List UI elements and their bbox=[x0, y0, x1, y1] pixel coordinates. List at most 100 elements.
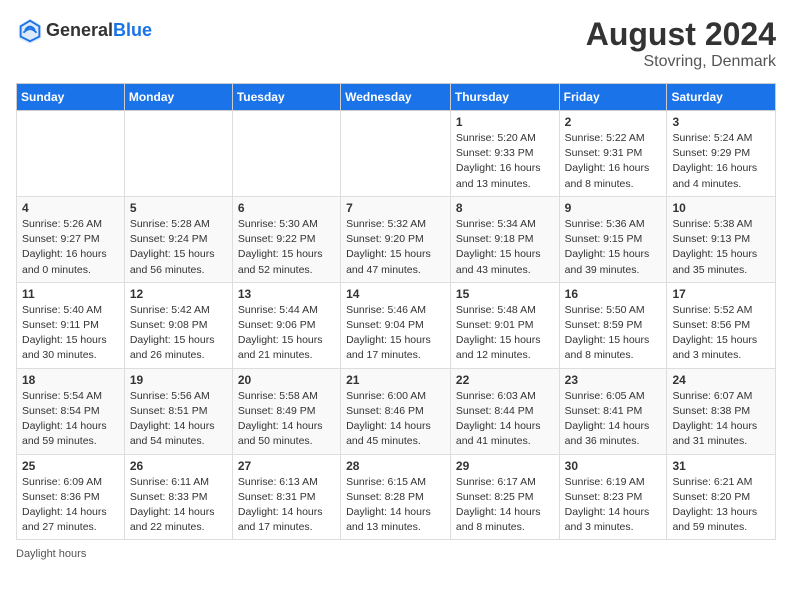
calendar-week-row: 11 Sunrise: 5:40 AMSunset: 9:11 PMDaylig… bbox=[17, 282, 776, 368]
day-info: Sunrise: 5:44 AMSunset: 9:06 PMDaylight:… bbox=[238, 303, 335, 364]
day-info: Sunrise: 6:03 AMSunset: 8:44 PMDaylight:… bbox=[456, 389, 554, 450]
day-info: Sunrise: 5:46 AMSunset: 9:04 PMDaylight:… bbox=[346, 303, 445, 364]
table-row: 9 Sunrise: 5:36 AMSunset: 9:15 PMDayligh… bbox=[559, 196, 667, 282]
day-number: 20 bbox=[238, 373, 335, 387]
calendar-week-row: 25 Sunrise: 6:09 AMSunset: 8:36 PMDaylig… bbox=[17, 454, 776, 540]
table-row: 22 Sunrise: 6:03 AMSunset: 8:44 PMDaylig… bbox=[450, 368, 559, 454]
day-info: Sunrise: 5:22 AMSunset: 9:31 PMDaylight:… bbox=[565, 131, 662, 192]
day-info: Sunrise: 5:40 AMSunset: 9:11 PMDaylight:… bbox=[22, 303, 119, 364]
header-saturday: Saturday bbox=[667, 84, 776, 111]
day-info: Sunrise: 5:50 AMSunset: 8:59 PMDaylight:… bbox=[565, 303, 662, 364]
day-number: 18 bbox=[22, 373, 119, 387]
day-number: 15 bbox=[456, 287, 554, 301]
day-info: Sunrise: 6:00 AMSunset: 8:46 PMDaylight:… bbox=[346, 389, 445, 450]
table-row: 12 Sunrise: 5:42 AMSunset: 9:08 PMDaylig… bbox=[124, 282, 232, 368]
calendar-week-row: 4 Sunrise: 5:26 AMSunset: 9:27 PMDayligh… bbox=[17, 196, 776, 282]
day-number: 1 bbox=[456, 115, 554, 129]
table-row: 24 Sunrise: 6:07 AMSunset: 8:38 PMDaylig… bbox=[667, 368, 776, 454]
day-number: 16 bbox=[565, 287, 662, 301]
table-row: 14 Sunrise: 5:46 AMSunset: 9:04 PMDaylig… bbox=[341, 282, 451, 368]
title-area: August 2024 Stovring, Denmark bbox=[586, 16, 776, 71]
day-info: Sunrise: 5:24 AMSunset: 9:29 PMDaylight:… bbox=[672, 131, 770, 192]
day-number: 19 bbox=[130, 373, 227, 387]
table-row bbox=[341, 111, 451, 197]
day-info: Sunrise: 6:19 AMSunset: 8:23 PMDaylight:… bbox=[565, 475, 662, 536]
day-number: 11 bbox=[22, 287, 119, 301]
header-tuesday: Tuesday bbox=[232, 84, 340, 111]
day-info: Sunrise: 6:21 AMSunset: 8:20 PMDaylight:… bbox=[672, 475, 770, 536]
day-number: 22 bbox=[456, 373, 554, 387]
day-number: 23 bbox=[565, 373, 662, 387]
day-number: 2 bbox=[565, 115, 662, 129]
day-info: Sunrise: 5:30 AMSunset: 9:22 PMDaylight:… bbox=[238, 217, 335, 278]
calendar-week-row: 1 Sunrise: 5:20 AMSunset: 9:33 PMDayligh… bbox=[17, 111, 776, 197]
table-row: 8 Sunrise: 5:34 AMSunset: 9:18 PMDayligh… bbox=[450, 196, 559, 282]
logo: GeneralBlue bbox=[16, 16, 152, 44]
day-info: Sunrise: 5:48 AMSunset: 9:01 PMDaylight:… bbox=[456, 303, 554, 364]
calendar-table: Sunday Monday Tuesday Wednesday Thursday… bbox=[16, 83, 776, 540]
day-info: Sunrise: 5:28 AMSunset: 9:24 PMDaylight:… bbox=[130, 217, 227, 278]
table-row: 28 Sunrise: 6:15 AMSunset: 8:28 PMDaylig… bbox=[341, 454, 451, 540]
table-row: 6 Sunrise: 5:30 AMSunset: 9:22 PMDayligh… bbox=[232, 196, 340, 282]
location-subtitle: Stovring, Denmark bbox=[586, 53, 776, 71]
table-row: 19 Sunrise: 5:56 AMSunset: 8:51 PMDaylig… bbox=[124, 368, 232, 454]
table-row: 4 Sunrise: 5:26 AMSunset: 9:27 PMDayligh… bbox=[17, 196, 125, 282]
day-number: 24 bbox=[672, 373, 770, 387]
day-number: 9 bbox=[565, 201, 662, 215]
header-friday: Friday bbox=[559, 84, 667, 111]
logo-icon bbox=[16, 16, 44, 44]
day-info: Sunrise: 6:07 AMSunset: 8:38 PMDaylight:… bbox=[672, 389, 770, 450]
table-row: 15 Sunrise: 5:48 AMSunset: 9:01 PMDaylig… bbox=[450, 282, 559, 368]
day-number: 10 bbox=[672, 201, 770, 215]
day-info: Sunrise: 5:54 AMSunset: 8:54 PMDaylight:… bbox=[22, 389, 119, 450]
day-number: 28 bbox=[346, 459, 445, 473]
footer-label: Daylight hours bbox=[16, 548, 86, 560]
logo-text: GeneralBlue bbox=[46, 20, 152, 41]
day-number: 26 bbox=[130, 459, 227, 473]
day-number: 30 bbox=[565, 459, 662, 473]
calendar-week-row: 18 Sunrise: 5:54 AMSunset: 8:54 PMDaylig… bbox=[17, 368, 776, 454]
day-number: 7 bbox=[346, 201, 445, 215]
day-info: Sunrise: 6:09 AMSunset: 8:36 PMDaylight:… bbox=[22, 475, 119, 536]
day-info: Sunrise: 5:26 AMSunset: 9:27 PMDaylight:… bbox=[22, 217, 119, 278]
day-number: 31 bbox=[672, 459, 770, 473]
table-row: 31 Sunrise: 6:21 AMSunset: 8:20 PMDaylig… bbox=[667, 454, 776, 540]
day-number: 3 bbox=[672, 115, 770, 129]
month-year-title: August 2024 bbox=[586, 16, 776, 53]
table-row: 17 Sunrise: 5:52 AMSunset: 8:56 PMDaylig… bbox=[667, 282, 776, 368]
logo-general: General bbox=[46, 20, 113, 40]
day-number: 29 bbox=[456, 459, 554, 473]
day-info: Sunrise: 6:13 AMSunset: 8:31 PMDaylight:… bbox=[238, 475, 335, 536]
day-number: 13 bbox=[238, 287, 335, 301]
table-row: 25 Sunrise: 6:09 AMSunset: 8:36 PMDaylig… bbox=[17, 454, 125, 540]
day-info: Sunrise: 6:05 AMSunset: 8:41 PMDaylight:… bbox=[565, 389, 662, 450]
table-row: 27 Sunrise: 6:13 AMSunset: 8:31 PMDaylig… bbox=[232, 454, 340, 540]
calendar-header-row: Sunday Monday Tuesday Wednesday Thursday… bbox=[17, 84, 776, 111]
day-info: Sunrise: 6:11 AMSunset: 8:33 PMDaylight:… bbox=[130, 475, 227, 536]
day-number: 6 bbox=[238, 201, 335, 215]
day-info: Sunrise: 5:38 AMSunset: 9:13 PMDaylight:… bbox=[672, 217, 770, 278]
day-info: Sunrise: 5:36 AMSunset: 9:15 PMDaylight:… bbox=[565, 217, 662, 278]
table-row bbox=[17, 111, 125, 197]
day-info: Sunrise: 6:15 AMSunset: 8:28 PMDaylight:… bbox=[346, 475, 445, 536]
day-number: 4 bbox=[22, 201, 119, 215]
header-wednesday: Wednesday bbox=[341, 84, 451, 111]
table-row: 7 Sunrise: 5:32 AMSunset: 9:20 PMDayligh… bbox=[341, 196, 451, 282]
table-row: 20 Sunrise: 5:58 AMSunset: 8:49 PMDaylig… bbox=[232, 368, 340, 454]
table-row: 1 Sunrise: 5:20 AMSunset: 9:33 PMDayligh… bbox=[450, 111, 559, 197]
table-row: 23 Sunrise: 6:05 AMSunset: 8:41 PMDaylig… bbox=[559, 368, 667, 454]
table-row: 3 Sunrise: 5:24 AMSunset: 9:29 PMDayligh… bbox=[667, 111, 776, 197]
table-row: 2 Sunrise: 5:22 AMSunset: 9:31 PMDayligh… bbox=[559, 111, 667, 197]
day-number: 5 bbox=[130, 201, 227, 215]
day-info: Sunrise: 5:58 AMSunset: 8:49 PMDaylight:… bbox=[238, 389, 335, 450]
logo-blue: Blue bbox=[113, 20, 152, 40]
header-sunday: Sunday bbox=[17, 84, 125, 111]
day-number: 25 bbox=[22, 459, 119, 473]
footer: Daylight hours bbox=[16, 548, 776, 560]
table-row bbox=[124, 111, 232, 197]
table-row: 26 Sunrise: 6:11 AMSunset: 8:33 PMDaylig… bbox=[124, 454, 232, 540]
table-row: 13 Sunrise: 5:44 AMSunset: 9:06 PMDaylig… bbox=[232, 282, 340, 368]
day-info: Sunrise: 5:52 AMSunset: 8:56 PMDaylight:… bbox=[672, 303, 770, 364]
day-info: Sunrise: 5:32 AMSunset: 9:20 PMDaylight:… bbox=[346, 217, 445, 278]
page-header: GeneralBlue August 2024 Stovring, Denmar… bbox=[16, 16, 776, 71]
